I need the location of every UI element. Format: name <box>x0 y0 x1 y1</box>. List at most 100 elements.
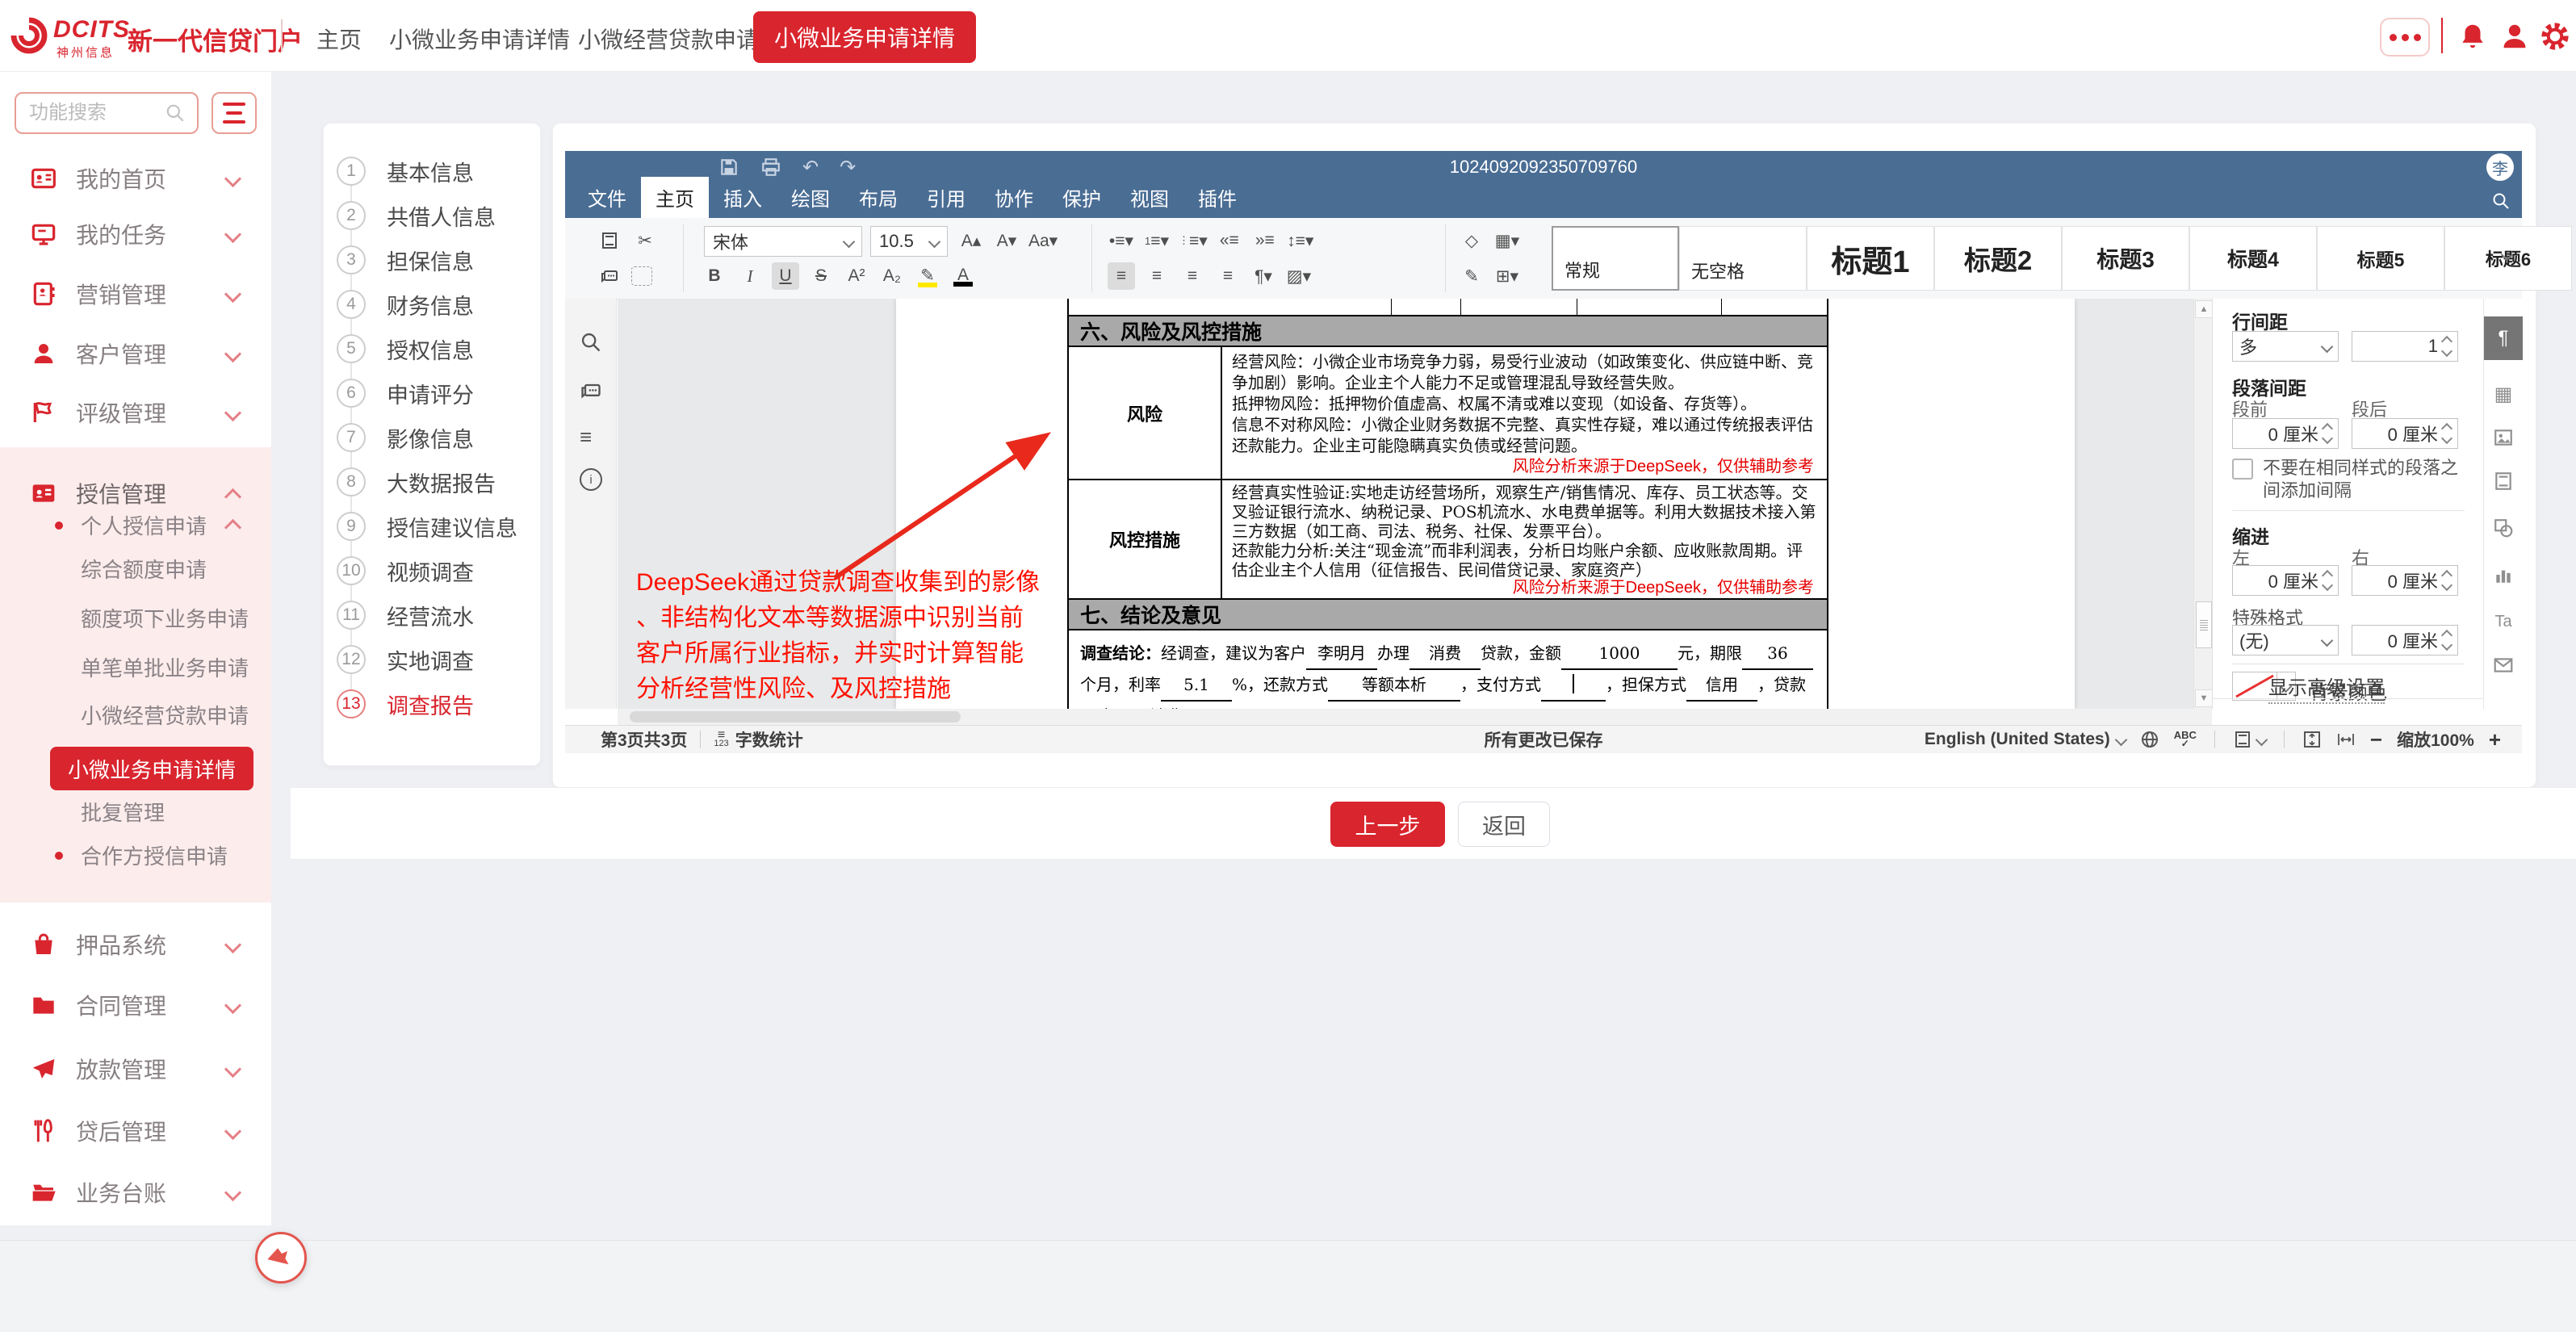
blank-pay-method[interactable] <box>1541 670 1606 702</box>
indent-left-input[interactable]: 0 厘米 <box>2232 565 2339 596</box>
blank-guarantee[interactable]: 信用 <box>1686 670 1757 702</box>
italic-icon[interactable]: I <box>736 262 764 290</box>
more-tabs-button[interactable] <box>2380 18 2430 57</box>
tab-protect[interactable]: 保护 <box>1048 177 1116 218</box>
paragraph-panel-icon[interactable]: ¶ <box>2484 316 2523 360</box>
menu-collapse-button[interactable] <box>212 92 257 134</box>
tab-view[interactable]: 视图 <box>1116 177 1183 218</box>
line-spacing-number-input[interactable]: 1 <box>2352 331 2458 362</box>
document-horizontal-scrollbar[interactable] <box>618 709 2212 725</box>
copy-icon[interactable] <box>596 262 623 290</box>
select-icon[interactable] <box>631 266 652 286</box>
style-heading1[interactable]: 标题1 <box>1807 226 1934 291</box>
chart-panel-icon[interactable] <box>2484 557 2523 593</box>
blank-purpose[interactable]: 消费 <box>1112 702 1221 709</box>
numbered-list-icon[interactable]: 1≡▾ <box>1143 227 1171 254</box>
blank-customer[interactable]: 李明月 <box>1306 639 1377 670</box>
underline-icon[interactable]: U <box>772 262 799 290</box>
header-tab-detail1[interactable]: 小微业务申请详情 <box>389 23 570 55</box>
step-9[interactable]: 9授信建议信息 <box>324 512 540 541</box>
align-center-icon[interactable]: ≡ <box>1143 262 1171 290</box>
style-normal[interactable]: 常规 <box>1552 226 1679 291</box>
sidebar-item-marketing[interactable]: 营销管理 <box>0 266 271 322</box>
step-11[interactable]: 11经营流水 <box>324 601 540 630</box>
redo-icon[interactable]: ↷ <box>840 156 856 179</box>
header-tab-detail-active[interactable]: 小微业务申请详情 <box>753 11 976 63</box>
mail-merge-panel-icon[interactable] <box>2484 647 2523 683</box>
submenu-item-approval-mgmt[interactable]: 批复管理 <box>81 797 165 827</box>
format-painter-icon[interactable]: ✎ <box>1458 262 1485 290</box>
floating-send-button[interactable] <box>255 1232 307 1284</box>
style-no-spacing[interactable]: 无空格 <box>1679 226 1807 291</box>
align-right-icon[interactable]: ≡ <box>1179 262 1206 290</box>
submenu-item-micro-biz-detail-active[interactable]: 小微业务申请详情 <box>50 747 253 790</box>
subscript-icon[interactable]: A₂ <box>878 262 906 290</box>
gear-icon[interactable] <box>2540 21 2570 52</box>
search-input[interactable] <box>27 101 165 125</box>
fit-page-icon[interactable] <box>2302 730 2322 749</box>
style-heading3[interactable]: 标题3 <box>2062 226 2189 291</box>
scroll-down-icon[interactable]: ▼ <box>2195 689 2213 707</box>
spacing-before-input[interactable]: 0 厘米 <box>2232 418 2339 449</box>
document-vertical-scrollbar[interactable]: ▲ ▼ <box>2193 299 2212 709</box>
indent-right-input[interactable]: 0 厘米 <box>2352 565 2458 596</box>
superscript-icon[interactable]: A² <box>843 262 870 290</box>
step-12[interactable]: 12实地调查 <box>324 645 540 674</box>
header-tab-home[interactable]: 主页 <box>316 23 362 55</box>
spellcheck-icon[interactable]: ABC✓ <box>2174 731 2197 748</box>
submenu-item-under-limit[interactable]: 额度项下业务申请 <box>81 603 249 633</box>
scroll-up-icon[interactable]: ▲ <box>2195 300 2213 318</box>
step-1[interactable]: 1基本信息 <box>324 157 540 186</box>
vertical-scroll-thumb[interactable] <box>2196 601 2212 648</box>
highlight-color-icon[interactable]: ✎ <box>914 262 941 290</box>
spacing-after-input[interactable]: 0 厘米 <box>2352 418 2458 449</box>
language-selector[interactable]: English (United States) <box>1925 730 2126 749</box>
step-13-current[interactable]: 13调查报告 <box>324 689 540 718</box>
editor-search-icon[interactable] <box>2491 191 2511 211</box>
previous-step-button[interactable]: 上一步 <box>1330 802 1445 847</box>
step-5[interactable]: 5授权信息 <box>324 334 540 363</box>
blank-rate[interactable]: 5.1 <box>1161 670 1232 702</box>
style-heading5[interactable]: 标题5 <box>2317 226 2444 291</box>
doc-conclusion-row[interactable]: 调查结论：经调查，建议为客户李明月办理消费贷款，金额1000元，期限36个月，利… <box>1067 630 1828 709</box>
paste-icon[interactable] <box>596 227 623 254</box>
increase-indent-icon[interactable]: »≡ <box>1251 227 1279 254</box>
style-heading4[interactable]: 标题4 <box>2189 226 2317 291</box>
info-icon[interactable]: i <box>580 468 602 491</box>
tab-collaboration[interactable]: 协作 <box>980 177 1048 218</box>
image-panel-icon[interactable] <box>2484 420 2523 455</box>
header-tab-loan-apply[interactable]: 小微经营贷款申请 <box>578 23 759 55</box>
border-icon[interactable]: ⊞▾ <box>1493 262 1521 290</box>
bell-icon[interactable] <box>2457 21 2488 52</box>
word-count-label[interactable]: 字数统计 <box>735 727 803 752</box>
text-art-panel-icon[interactable]: Ta <box>2484 604 2523 639</box>
cut-icon[interactable]: ✂ <box>631 227 659 254</box>
track-changes-icon[interactable] <box>2233 730 2266 749</box>
paragraph-mark-icon[interactable]: ¶▾ <box>1250 262 1277 290</box>
zoom-out-icon[interactable]: − <box>2370 727 2382 752</box>
zoom-level[interactable]: 缩放100% <box>2397 727 2474 752</box>
sidebar-item-rating[interactable]: 评级管理 <box>0 384 271 441</box>
blank-loan-type[interactable]: 消费 <box>1409 639 1481 670</box>
sidebar-item-my-home[interactable]: 我的首页 <box>0 150 271 207</box>
shapes-panel-icon[interactable] <box>2484 510 2523 546</box>
step-2[interactable]: 2共借人信息 <box>324 201 540 230</box>
tab-layout[interactable]: 布局 <box>844 177 912 218</box>
special-format-amount[interactable]: 0 厘米 <box>2352 625 2458 656</box>
sidebar-item-ledger[interactable]: 业务台账 <box>0 1164 271 1221</box>
special-format-select[interactable]: (无) <box>2232 625 2339 656</box>
tab-plugins[interactable]: 插件 <box>1183 177 1251 218</box>
submenu-personal-credit[interactable]: 个人授信申请 <box>81 510 207 540</box>
bullet-list-icon[interactable]: •≡▾ <box>1108 227 1135 254</box>
sidebar-item-my-tasks[interactable]: 我的任务 <box>0 206 271 262</box>
sidebar-item-contracts[interactable]: 合同管理 <box>0 977 271 1033</box>
font-size-select[interactable]: 10.5 <box>870 226 948 257</box>
multilevel-list-icon[interactable]: ⋮≡▾ <box>1179 227 1208 254</box>
step-7[interactable]: 7影像信息 <box>324 423 540 452</box>
increase-font-icon[interactable]: A▴ <box>957 227 985 254</box>
submenu-item-single-batch[interactable]: 单笔单批业务申请 <box>81 652 249 682</box>
comments-icon[interactable] <box>580 379 602 402</box>
fit-width-icon[interactable] <box>2336 730 2356 749</box>
undo-icon[interactable]: ↶ <box>802 156 819 179</box>
shading-icon[interactable]: ▨▾ <box>1285 262 1313 290</box>
